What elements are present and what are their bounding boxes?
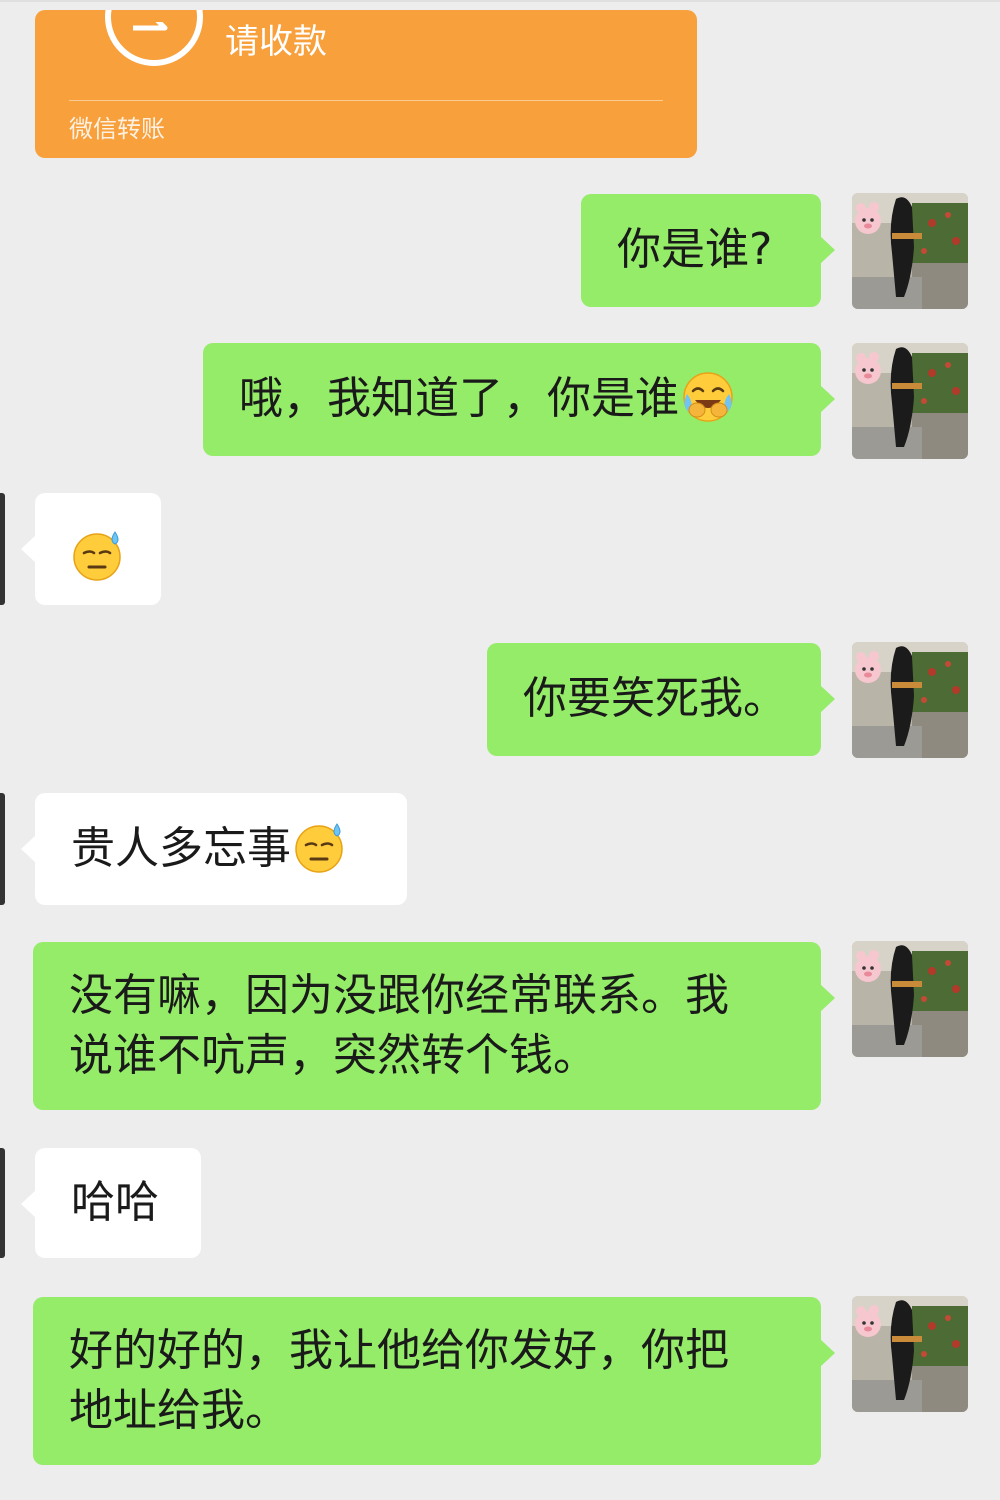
transfer-footer: 微信转账 — [69, 115, 165, 143]
message-text-line-2: 说谁不吭声，突然转个钱。 — [69, 1030, 597, 1081]
message-bubble-received[interactable]: 贵人多忘事 — [21, 793, 407, 905]
message-text-line-2: 地址给我。 — [69, 1385, 289, 1436]
contact-avatar-edge — [0, 793, 5, 905]
message-bubble-sent[interactable]: 没有嘛，因为没跟你经常联系。我 说谁不吭声，突然转个钱。 — [33, 942, 835, 1110]
sweat-emoji-icon — [71, 528, 125, 582]
transfer-arrow-icon — [105, 10, 203, 66]
contact-avatar-edge — [0, 493, 5, 605]
message-text-line-1: 没有嘛，因为没跟你经常联系。我 — [69, 970, 729, 1021]
message-bubble-sent[interactable]: 哦，我知道了，你是谁 — [203, 343, 835, 456]
laughing-crying-emoji-icon — [681, 370, 735, 424]
transfer-card[interactable]: 请收款 微信转账 — [35, 10, 697, 158]
message-text: 贵人多忘事 — [71, 823, 291, 874]
avatar[interactable] — [852, 1296, 968, 1412]
message-text: 你要笑死我。 — [523, 673, 787, 724]
message-text: 哈哈 — [71, 1177, 159, 1228]
message-bubble-sent[interactable]: 你要笑死我。 — [487, 643, 835, 756]
message-bubble-received[interactable]: 哈哈 — [21, 1148, 201, 1258]
contact-avatar-edge — [0, 1148, 5, 1258]
avatar[interactable] — [852, 343, 968, 459]
sweat-emoji-icon — [293, 820, 347, 874]
transfer-title: 请收款 — [225, 22, 327, 62]
message-text-line-1: 好的好的，我让他给你发好，你把 — [69, 1325, 729, 1376]
message-text: 你是谁? — [617, 224, 773, 275]
avatar[interactable] — [852, 193, 968, 309]
message-bubble-received[interactable] — [21, 493, 161, 605]
top-divider — [0, 0, 1000, 2]
transfer-divider — [69, 100, 663, 101]
avatar[interactable] — [852, 642, 968, 758]
message-bubble-sent[interactable]: 你是谁? — [581, 194, 835, 307]
message-bubble-sent[interactable]: 好的好的，我让他给你发好，你把 地址给我。 — [33, 1297, 835, 1465]
message-text: 哦，我知道了，你是谁 — [239, 373, 679, 424]
avatar[interactable] — [852, 941, 968, 1057]
